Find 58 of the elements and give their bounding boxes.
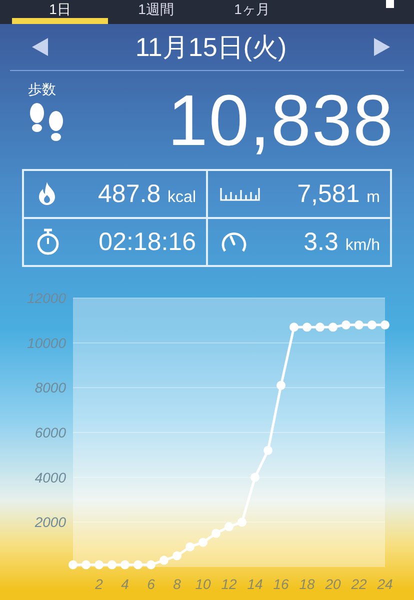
data-point — [302, 322, 312, 332]
x-tick-label: 6 — [147, 576, 155, 592]
x-tick-label: 12 — [221, 576, 237, 592]
data-point — [250, 472, 260, 482]
tab[interactable]: 1日 — [12, 0, 108, 24]
data-point — [120, 560, 130, 570]
data-point — [134, 560, 142, 570]
data-point — [354, 320, 364, 330]
y-tick-label: 2000 — [34, 514, 66, 530]
x-tick-label: 2 — [95, 576, 103, 592]
x-tick-label: 22 — [351, 576, 367, 592]
stat-value: 7,581 m — [297, 180, 380, 208]
y-tick-label: 8000 — [34, 380, 66, 396]
data-point — [368, 320, 376, 330]
data-point — [328, 322, 338, 332]
speedometer-icon — [220, 230, 248, 254]
step-count: 10,838 — [168, 81, 394, 161]
stat-value: 3.3 km/h — [304, 228, 380, 256]
stopwatch-icon — [36, 228, 60, 256]
data-point — [316, 322, 324, 332]
data-point — [342, 320, 350, 330]
flame-icon — [36, 181, 58, 207]
y-tick-label: 10000 — [27, 334, 66, 351]
data-point — [146, 560, 156, 570]
stat-value: 02:18:16 — [98, 228, 196, 256]
x-tick-label: 4 — [121, 576, 129, 592]
data-point — [108, 560, 116, 570]
tab[interactable]: 1ヶ月 — [204, 0, 300, 24]
data-point — [224, 522, 234, 532]
steps-label: 歩数 — [28, 81, 57, 99]
x-tick-label: 24 — [377, 576, 393, 592]
data-point — [172, 551, 182, 560]
y-tick-label: 6000 — [34, 424, 66, 440]
data-point — [264, 446, 272, 455]
y-tick-label: 4000 — [34, 469, 66, 486]
tab[interactable]: 1週間 — [108, 0, 204, 24]
data-point — [238, 518, 246, 527]
x-tick-label: 20 — [325, 576, 341, 592]
data-point — [160, 556, 168, 565]
date-title: 11月15日(火) — [135, 30, 287, 64]
data-point — [82, 560, 90, 570]
data-point — [276, 380, 286, 390]
x-tick-label: 10 — [195, 576, 211, 592]
x-tick-label: 16 — [273, 576, 289, 592]
data-point — [290, 322, 298, 332]
data-point — [186, 542, 194, 552]
footprints-icon — [28, 103, 66, 143]
data-point — [68, 560, 78, 570]
data-point — [212, 528, 220, 538]
y-tick-label: 12000 — [27, 290, 66, 306]
x-tick-label: 14 — [247, 576, 263, 592]
data-point — [198, 538, 208, 547]
data-point — [380, 320, 390, 330]
stat-value: 487.8 kcal — [98, 180, 196, 208]
ruler-icon — [220, 187, 260, 201]
x-tick-label: 8 — [173, 576, 181, 592]
x-tick-label: 18 — [299, 576, 315, 592]
data-point — [94, 560, 104, 570]
